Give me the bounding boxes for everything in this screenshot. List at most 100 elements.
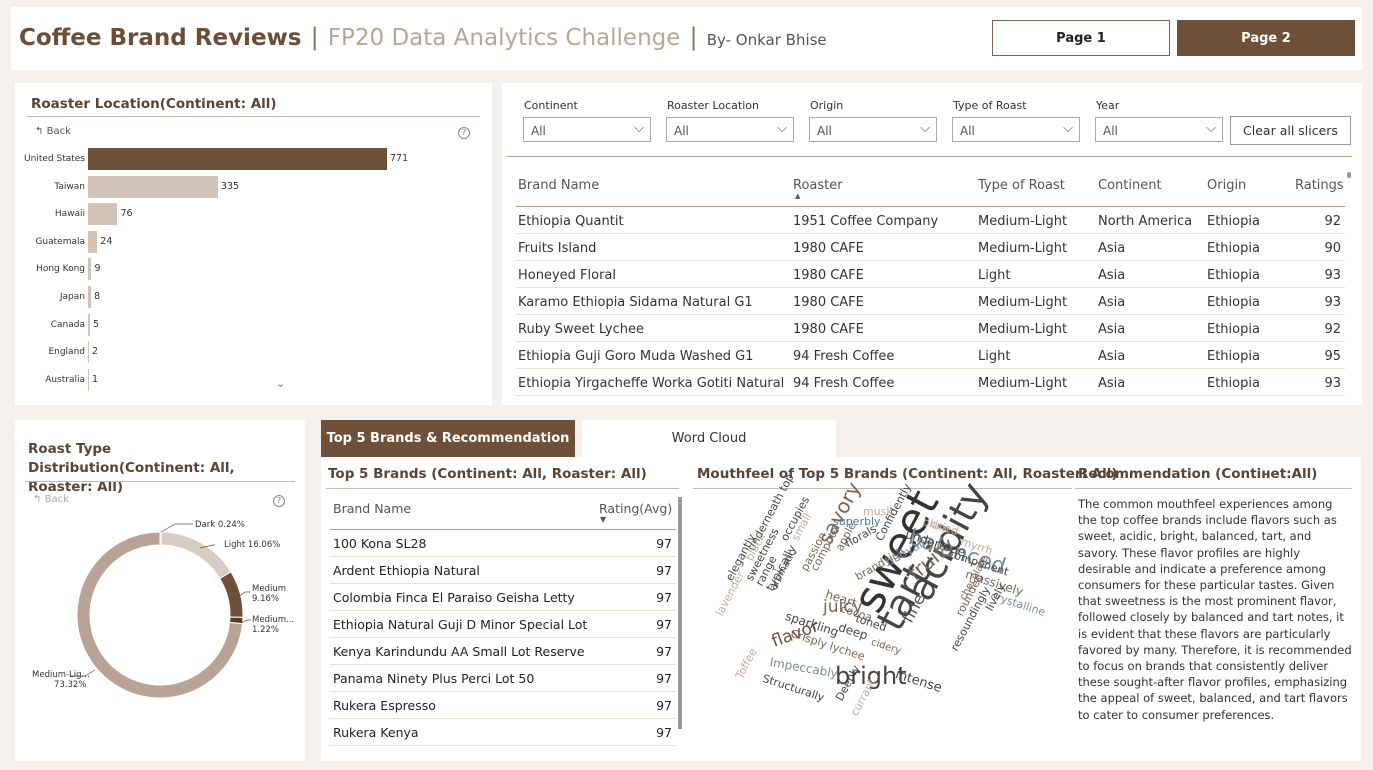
bar-value: 771: [390, 153, 409, 164]
col-brand-name[interactable]: Brand Name: [333, 501, 411, 516]
table-row[interactable]: Ethiopia Yirgacheffe Worka Gotiti Natura…: [516, 369, 1345, 396]
word-cloud-word: cidery: [869, 637, 903, 657]
slicer-label: Continent: [524, 99, 578, 112]
page1-button[interactable]: Page 1: [992, 20, 1170, 56]
slicer-dropdown[interactable]: All ⌵: [952, 117, 1080, 142]
tab-top5-brands[interactable]: Top 5 Brands & Recommendation: [321, 420, 575, 457]
table-row[interactable]: Fruits Island 1980 CAFE Medium-Light Asia Et…: [516, 234, 1345, 261]
table-cell: Medium-Light: [978, 322, 1068, 337]
roaster-location-panel: Roaster Location(Continent: All) ↰ Back …: [15, 83, 492, 405]
table-row[interactable]: Kenya Karindundu AA Small Lot Reserve 97: [330, 638, 676, 665]
title-divider: [1075, 488, 1352, 489]
chevron-down-icon: ⌵: [634, 121, 644, 136]
bar[interactable]: [88, 286, 92, 308]
bar-label: Canada: [50, 319, 85, 330]
col-ratings[interactable]: Ratings: [1295, 178, 1344, 193]
slicer-value: All: [960, 124, 975, 138]
table-cell: 95: [1324, 349, 1341, 364]
tab-word-cloud[interactable]: Word Cloud: [582, 420, 836, 457]
back-button[interactable]: ↰ Back: [35, 126, 71, 137]
col-brand-name[interactable]: Brand Name: [518, 178, 599, 193]
brand-name: Colombia Finca El Paraiso Geisha Letty: [333, 590, 575, 605]
bar[interactable]: [88, 258, 92, 281]
bar-value: 9: [94, 263, 101, 275]
bar-label: Australia: [45, 374, 85, 385]
table-row[interactable]: 100 Kona SL28 97: [330, 530, 676, 557]
brand-name: Ardent Ethiopia Natural: [333, 563, 480, 578]
donut-slice[interactable]: [219, 571, 244, 618]
col-rating-avg[interactable]: Rating(Avg): [599, 501, 672, 516]
table-row[interactable]: Panama Ninety Plus Perci Lot 50 97: [330, 665, 676, 692]
table-cell: Asia: [1098, 349, 1126, 364]
table-cell: Asia: [1098, 376, 1126, 391]
bar[interactable]: [88, 203, 118, 226]
leader-line: [160, 523, 193, 533]
slicer-dropdown[interactable]: All ⌵: [666, 117, 794, 142]
rating-value: 97: [656, 698, 672, 713]
donut-slice[interactable]: [160, 531, 232, 580]
rating-value: 97: [656, 536, 672, 551]
bar[interactable]: [88, 230, 98, 253]
table-scrollbar[interactable]: [1347, 172, 1351, 178]
report-subtitle: FP20 Data Analytics Challenge: [327, 25, 681, 51]
table-cell: Ethiopia Guji Goro Muda Washed G1: [518, 349, 754, 364]
bar[interactable]: [88, 148, 387, 170]
table-row[interactable]: Rukera Kenya 97: [330, 719, 676, 746]
col-origin[interactable]: Origin: [1207, 178, 1246, 193]
brand-name: Ethiopia Natural Guji D Minor Special Lo…: [333, 617, 588, 632]
help-icon[interactable]: ?: [458, 127, 470, 139]
table-row[interactable]: Ethiopia Quantit 1951 Coffee Company Mediu…: [516, 207, 1345, 234]
table-row[interactable]: Colombia Finca El Paraiso Geisha Letty 97: [330, 584, 676, 611]
title-separator: |: [310, 23, 319, 51]
table-row[interactable]: Ruby Sweet Lychee 1980 CAFE Medium-Light As…: [516, 315, 1345, 342]
table-cell: North America: [1098, 214, 1193, 229]
scroll-down-icon[interactable]: ⌄: [276, 377, 285, 390]
table-cell: Ethiopia: [1207, 268, 1260, 283]
table-cell: Asia: [1098, 322, 1126, 337]
page2-button[interactable]: Page 2: [1177, 20, 1355, 56]
top5-scrollbar[interactable]: [678, 497, 682, 729]
col-continent[interactable]: Continent: [1098, 178, 1162, 193]
slicer-dropdown[interactable]: All ⌵: [1095, 117, 1223, 142]
table-row[interactable]: Honeyed Floral 1980 CAFE Light Asia Ethiopia…: [516, 261, 1345, 288]
slicer-value: All: [1103, 124, 1118, 138]
table-row[interactable]: Karamo Ethiopia Sidama Natural G1 1980 CA…: [516, 288, 1345, 315]
table-row[interactable]: Rukera Espresso 97: [330, 692, 676, 719]
slicer-value: All: [531, 124, 546, 138]
table-row[interactable]: Ethiopia Natural Guji D Minor Special Lo…: [330, 611, 676, 638]
table-cell: Ethiopia: [1207, 322, 1260, 337]
bar[interactable]: [88, 368, 89, 391]
recommendation-text: The common mouthfeel experiences among t…: [1078, 497, 1352, 722]
table-cell: Ruby Sweet Lychee: [518, 322, 645, 337]
table-cell: Asia: [1098, 295, 1126, 310]
donut-label: Light 16.06%: [224, 540, 281, 550]
sort-desc-icon: ▼: [600, 515, 607, 524]
slicer-dropdown[interactable]: All ⌵: [523, 117, 651, 142]
table-cell: Medium-Light: [978, 295, 1068, 310]
word-cloud-word: intense: [893, 667, 944, 697]
col-type-of-roast[interactable]: Type of Roast: [978, 178, 1065, 193]
bar[interactable]: [88, 313, 90, 336]
table-cell: Medium-Light: [978, 241, 1068, 256]
brand-name: 100 Kona SL28: [333, 536, 427, 551]
table-cell: 93: [1324, 376, 1341, 391]
bar[interactable]: [88, 341, 89, 364]
table-cell: Medium-Light: [978, 214, 1068, 229]
chevron-down-icon: ⌵: [920, 121, 930, 136]
table-cell: Ethiopia: [1207, 295, 1260, 310]
bar[interactable]: [88, 175, 218, 198]
brand-table-panel: Continent All ⌵ Roaster Location All ⌵ Origin A…: [502, 83, 1362, 405]
slicer-value: All: [674, 124, 689, 138]
table-row[interactable]: Ardent Ethiopia Natural 97: [330, 557, 676, 584]
rating-value: 97: [656, 617, 672, 632]
slicer-dropdown[interactable]: All ⌵: [809, 117, 937, 142]
table-row[interactable]: Ethiopia Guji Goro Muda Washed G1 94 Fres…: [516, 342, 1345, 369]
table-cell: 1980 CAFE: [793, 295, 864, 310]
table-cell: 93: [1324, 268, 1341, 283]
bar-value: 335: [220, 180, 240, 192]
col-roaster[interactable]: Roaster: [793, 178, 843, 193]
clear-slicers-button[interactable]: Clear all slicers: [1230, 116, 1351, 145]
rating-value: 97: [656, 644, 672, 659]
dashboard-title: Coffee Brand Reviews | FP20 Data Analyti…: [19, 23, 827, 51]
slicer-label: Origin: [810, 99, 844, 112]
